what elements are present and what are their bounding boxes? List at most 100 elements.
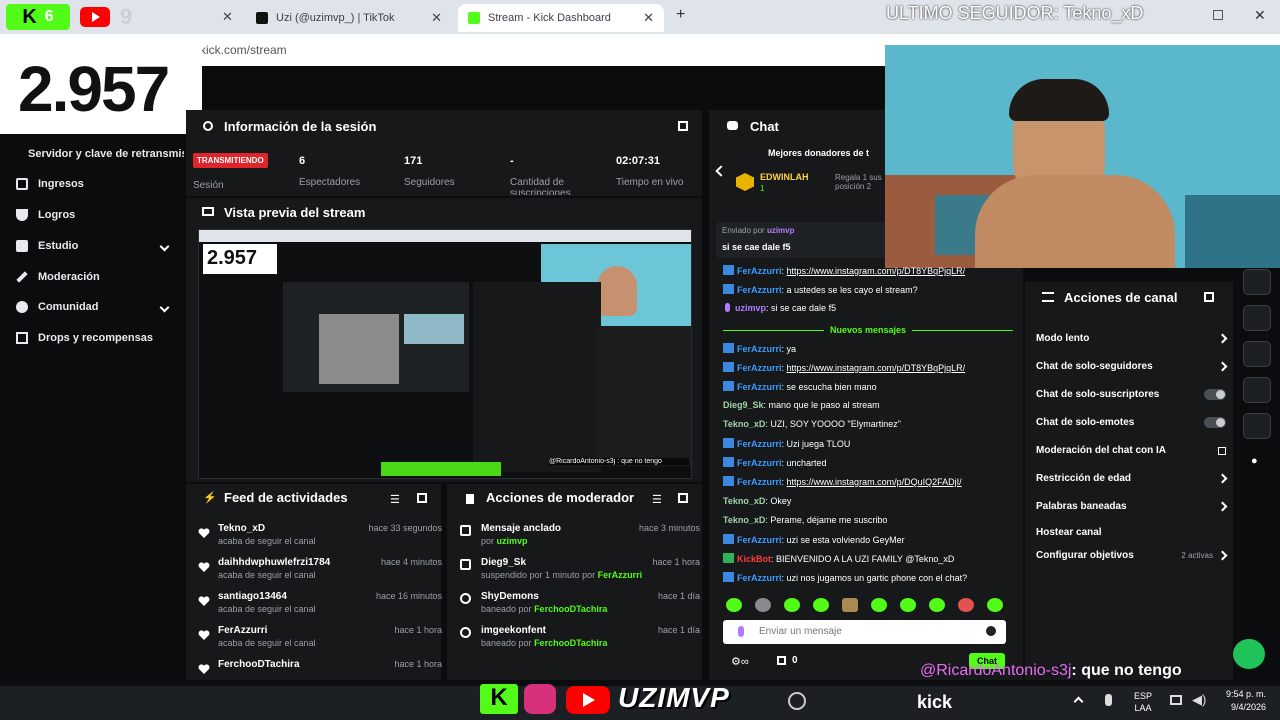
chat-username[interactable]: uzimvp [735,303,766,313]
feed-row[interactable]: santiago13464 acaba de seguir el canal hac… [192,591,442,625]
kick-taskbar-logo[interactable]: K [480,684,518,714]
mod-row[interactable]: imgeekonfent baneado por FerchooDTachira h… [455,625,700,659]
popout-icon[interactable] [678,121,688,131]
stream-preview-video[interactable]: 2.957 @RicardoAntonio-s3j : que no tengo [198,229,692,479]
mod-row[interactable]: ShyDemons baneado por FerchooDTachira hace… [455,591,700,625]
info-icon [203,121,213,131]
help-fab[interactable] [1233,639,1265,669]
channel-action-row[interactable]: Palabras baneadas [1036,501,1228,512]
rail-extensions-icon[interactable]: ● [1251,455,1258,467]
close-tab-icon[interactable]: ✕ [643,10,654,26]
chat-username[interactable]: FerAzzurri [737,477,782,487]
mod-user-link[interactable]: uzimvp [497,536,528,546]
feed-row[interactable]: FerchooDTachira hace 1 hora [192,659,442,693]
instagram-icon[interactable] [524,684,556,714]
youtube-taskbar-icon[interactable] [566,686,610,714]
mod-user-link[interactable]: FerchooDTachira [534,638,607,648]
sidebar-item-ingresos[interactable]: Ingresos [16,178,84,190]
rail-layout-button[interactable] [1243,377,1271,403]
settings-icon[interactable]: ⚙∞ [731,655,749,668]
channel-action-row[interactable]: Chat de solo-suscriptores [1036,389,1226,400]
chat-message: FerAzzurri: ya [723,343,1013,357]
trophy-icon [16,209,28,221]
sidebar-item-estudio[interactable]: Estudio [16,240,170,252]
channel-action-row[interactable]: Moderación del chat con IA [1036,445,1226,456]
popout-icon[interactable] [1204,292,1214,302]
chat-username[interactable]: FerAzzurri [737,573,782,583]
chat-link[interactable]: https://www.instagram.com/p/DT8YBqPjqLR/ [787,363,966,373]
window-restore-icon[interactable] [1213,10,1223,20]
feed-sub: acaba de seguir el canal [218,638,316,648]
channel-action-row[interactable]: Chat de solo-seguidores [1036,361,1228,372]
rail-tools-button[interactable] [1243,413,1271,439]
popout-icon[interactable] [678,493,688,503]
mod-row[interactable]: Dieg9_Sk suspendido por 1 minuto por FerA… [455,557,700,591]
sidebar-item-moderacion[interactable]: Moderación [16,271,100,283]
chat-username[interactable]: FerAzzurri [737,266,782,276]
window-close-icon[interactable]: ✕ [1254,7,1266,24]
rail-chat-button[interactable] [1243,305,1271,331]
chat-link[interactable]: https://www.instagram.com/p/DQuIQ2FADjI/ [787,477,962,487]
tab-tiktok[interactable]: Uzi (@uzimvp_) | TikTok ✕ [246,4,452,32]
filter-icon[interactable]: ☰ [390,493,400,506]
channel-action-row[interactable]: Hostear canal [1036,527,1226,538]
filter-icon[interactable]: ☰ [652,493,662,506]
lang-indicator[interactable]: ESP LAA [1134,690,1152,714]
chat-link[interactable]: https://www.instagram.com/p/DT8YBqPjqLR/ [787,266,966,276]
sidebar-item-label: Servidor y clave de retransmisión [28,148,184,160]
clock[interactable]: 9:54 p. m. 9/4/2026 [1218,688,1266,714]
feed-row[interactable]: Tekno_xD acaba de seguir el canal hace 33 … [192,523,442,557]
toggle-switch[interactable] [1204,389,1226,400]
mic-icon[interactable] [738,626,744,637]
feed-time: hace 1 hora [394,659,442,669]
chat-username[interactable]: FerAzzurri [737,363,782,373]
chat-username[interactable]: Tekno_xD [723,419,765,429]
channel-action-row[interactable]: Restricción de edad [1036,473,1228,484]
network-icon[interactable] [1170,695,1182,705]
mod-row[interactable]: Mensaje anclado por uzimvp hace 3 minutos [455,523,700,557]
chat-username[interactable]: FerAzzurri [737,382,782,392]
feed-user: santiago13464 [218,591,287,602]
tab-kick-dashboard[interactable]: Stream - Kick Dashboard ✕ [458,4,664,32]
emoji-icon[interactable] [986,626,996,636]
feed-sub: acaba de seguir el canal [218,570,316,580]
sidebar-item-logros[interactable]: Logros [16,209,75,221]
chat-username[interactable]: FerAzzurri [737,439,782,449]
chat-username[interactable]: Tekno_xD [723,496,765,506]
chat-username[interactable]: Tekno_xD [723,515,765,525]
emote-bar[interactable] [726,598,1008,614]
mod-user-link[interactable]: FerAzzurri [598,570,643,580]
close-tab-icon[interactable]: ✕ [431,10,442,26]
mod-sub: suspendido por 1 minuto por FerAzzurri [481,570,643,580]
popout-icon[interactable] [417,493,427,503]
pin-icon [460,525,471,536]
volume-icon[interactable]: ◀) [1192,692,1206,708]
feed-row[interactable]: daihhdwphuwlefrzi1784 acaba de seguir el … [192,557,442,591]
sidebar-item-server-key[interactable]: Servidor y clave de retransmisión [28,148,184,160]
overlay-chat-caption: @RicardoAntonio-s3j: que no tengo [920,662,1182,679]
feed-row[interactable]: FerAzzurri acaba de seguir el canal hace 1… [192,625,442,659]
obs-icon[interactable] [788,692,806,710]
mod-user-link[interactable]: FerchooDTachira [534,604,607,614]
channel-action-row[interactable]: Chat de solo-emotes [1036,417,1226,428]
chat-username[interactable]: KickBot [737,554,771,564]
chat-username[interactable]: FerAzzurri [737,344,782,354]
chat-username[interactable]: FerAzzurri [737,285,782,295]
rail-broadcast-button[interactable] [1243,341,1271,367]
close-tab-icon[interactable]: ✕ [222,9,233,25]
chat-username[interactable]: FerAzzurri [737,535,782,545]
toggle-switch[interactable] [1204,417,1226,428]
channel-action-row[interactable]: Modo lento [1036,333,1228,344]
url-field[interactable]: kick.com/stream [200,43,287,57]
feed-time: hace 4 minutos [380,557,442,567]
chat-username[interactable]: Dieg9_Sk [723,400,764,410]
chat-username[interactable]: FerAzzurri [737,458,782,468]
heart-icon [198,594,210,606]
mic-tray-icon[interactable] [1105,694,1112,706]
sidebar-item-comunidad[interactable]: Comunidad [16,301,170,313]
new-tab-button[interactable]: + [676,6,685,24]
sidebar-item-drops[interactable]: Drops y recompensas [16,332,153,344]
points-value: 0 [792,655,798,666]
rail-notes-button[interactable] [1243,269,1271,295]
channel-action-row[interactable]: Configurar objetivos 2 activas [1036,550,1228,561]
